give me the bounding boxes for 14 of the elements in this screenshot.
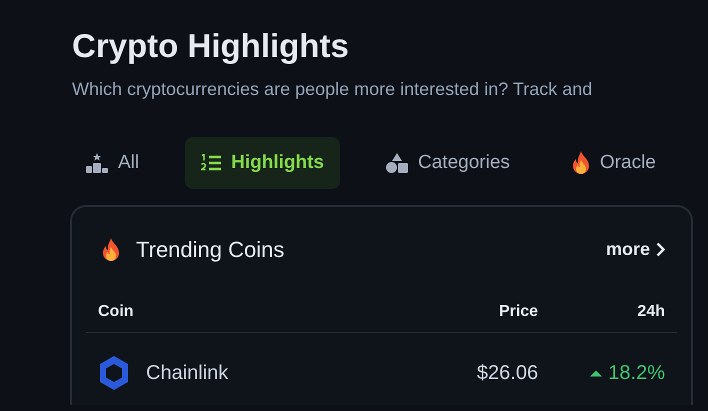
card-title: Trending Coins — [136, 236, 284, 264]
page-title: Crypto Highlights — [72, 26, 350, 66]
column-header: Price — [440, 292, 550, 333]
more-link[interactable]: more — [606, 236, 665, 264]
tab[interactable]: Highlights — [185, 136, 340, 190]
column-header: Coin — [86, 292, 441, 333]
tab[interactable]: All — [72, 136, 156, 190]
change-value: 18.2% — [608, 362, 665, 384]
page-subtitle: Which cryptocurrencies are people more interested in? Track and — [72, 78, 594, 101]
coin-name: Chainlink — [146, 361, 228, 386]
column-header: 24h — [550, 292, 677, 333]
price-cell: $26.06 — [440, 332, 550, 411]
tab[interactable]: Categories — [370, 136, 526, 190]
tab[interactable]: Oracle — [556, 136, 672, 190]
